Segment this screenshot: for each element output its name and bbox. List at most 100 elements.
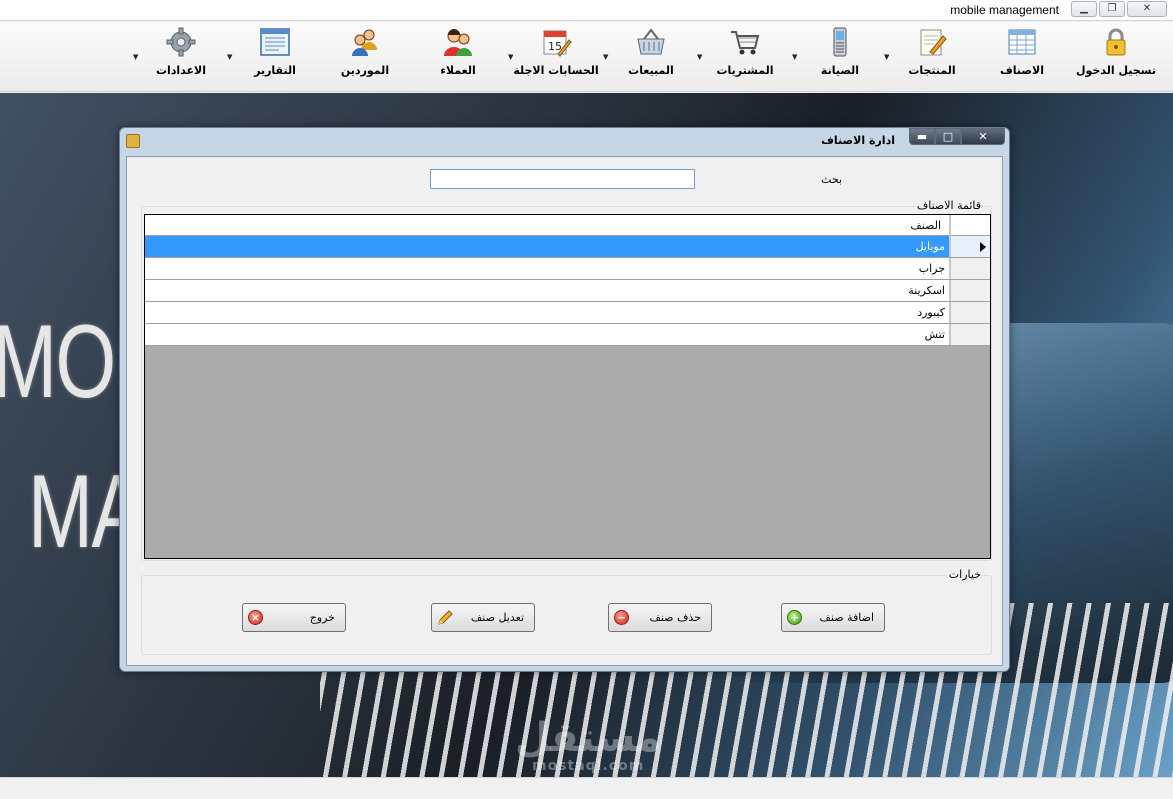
current-row-indicator-icon (980, 242, 986, 252)
menu-item-reports[interactable]: ▼ التقارير (227, 26, 319, 86)
report-icon (259, 26, 291, 58)
dialog-title: ادارة الاصناف (821, 134, 895, 147)
close-icon: ✕ (978, 130, 988, 143)
exit-button-label: خروج (309, 611, 335, 624)
row-header[interactable] (950, 258, 990, 279)
menu-item-sales-label: المبيعات (628, 64, 674, 77)
delete-category-button-label: حذف صنف (649, 611, 701, 624)
options-group-label: خيارات (946, 568, 983, 581)
chevron-down-icon: ▼ (884, 53, 890, 61)
categories-grid[interactable]: الصنف موبايل جراب اسكرينة كيبورد تتش (144, 214, 991, 559)
search-label: بحث (821, 173, 842, 186)
chevron-down-icon: ▼ (133, 53, 139, 61)
menu-item-categories-label: الاصناف (1000, 64, 1044, 77)
menu-item-purchases-label: المشتريات (716, 64, 774, 77)
maximize-icon: □ (942, 130, 954, 143)
lock-icon (1100, 26, 1132, 58)
dialog-minimize-button[interactable]: ▬ (909, 128, 935, 145)
chevron-down-icon: ▼ (508, 53, 514, 61)
menu-item-purchases[interactable]: ▼ المشتريات (697, 26, 789, 86)
menu-item-login-label: تسجيل الدخول (1075, 64, 1156, 77)
minimize-button[interactable]: ▁ (1071, 1, 1097, 17)
dialog-close-button[interactable]: ✕ (961, 128, 1005, 145)
menu-item-categories[interactable]: الاصناف (978, 26, 1066, 86)
dialog-title-bar[interactable]: ادارة الاصناف ▬ □ ✕ (120, 128, 1009, 154)
restore-button[interactable]: ❐ (1099, 1, 1125, 17)
menu-item-settings-label: الاعدادات (155, 64, 207, 77)
table-row[interactable]: موبايل (145, 236, 990, 258)
watermark-arabic: مستقل (515, 715, 662, 761)
row-header[interactable] (950, 280, 990, 301)
chevron-down-icon: ▼ (697, 53, 703, 61)
row-header[interactable] (950, 302, 990, 323)
table-row[interactable]: تتش (145, 324, 990, 346)
menu-item-maintenance-label: الصيانة (820, 64, 860, 77)
menu-item-reports-label: التقارير (254, 64, 296, 77)
main-menu-strip: تسجيل الدخول الاصناف ▼ المنتجات ▼ الصيان… (0, 22, 1173, 92)
category-cell[interactable]: كيبورد (145, 302, 950, 323)
dialog-maximize-button[interactable]: □ (935, 128, 961, 145)
menu-item-settings[interactable]: ▼ الاعدادات (133, 26, 225, 86)
suppliers-icon (349, 26, 381, 58)
dialog-body: بحث قائمة الاصناف الصنف موبايل جراب اسكر (126, 156, 1003, 666)
menu-item-maintenance[interactable]: ▼ الصيانة (792, 26, 884, 86)
edit-category-button-label: تعديل صنف (470, 611, 524, 624)
menu-item-suppliers-label: الموردين (340, 64, 390, 77)
minimize-icon: ▁ (1080, 3, 1088, 14)
status-bar (0, 777, 1173, 799)
table-row[interactable]: جراب (145, 258, 990, 280)
window-controls: ▁ ❐ ✕ (1069, 1, 1167, 17)
exit-icon: × (248, 610, 263, 625)
dialog-app-icon (126, 134, 140, 148)
grid-header: الصنف (145, 215, 990, 236)
menu-item-customers[interactable]: العملاء (414, 26, 502, 86)
categories-list-group-label: قائمة الاصناف (914, 199, 983, 212)
menu-item-deferred-accounts[interactable]: ▼ 15 الحسابات الاجلة (508, 26, 600, 86)
app-title: mobile management (950, 3, 1059, 17)
menu-item-login[interactable]: تسجيل الدخول (1072, 26, 1160, 86)
category-cell[interactable]: موبايل (145, 236, 950, 257)
chevron-down-icon: ▼ (227, 53, 233, 61)
close-button[interactable]: ✕ (1127, 1, 1167, 17)
menu-item-sales[interactable]: ▼ المبيعات (603, 26, 695, 86)
row-header[interactable] (950, 236, 990, 257)
menu-item-customers-label: العملاء (440, 64, 476, 77)
close-icon: ✕ (1142, 3, 1152, 14)
shopping-cart-icon (729, 26, 761, 58)
menu-item-suppliers[interactable]: الموردين (321, 26, 409, 86)
delete-icon: − (614, 610, 629, 625)
notepad-pencil-icon (916, 26, 948, 58)
app-title-bar: mobile management ▁ ❐ ✕ (0, 0, 1173, 21)
mobile-phone-icon (824, 26, 856, 58)
restore-icon: ❐ (1107, 3, 1117, 14)
menu-item-products[interactable]: ▼ المنتجات (884, 26, 976, 86)
table-row[interactable]: كيبورد (145, 302, 990, 324)
chevron-down-icon: ▼ (603, 53, 609, 61)
calendar-icon: 15 (540, 26, 572, 58)
menu-item-products-label: المنتجات (908, 64, 956, 77)
column-header-category[interactable]: الصنف (145, 215, 950, 236)
category-cell[interactable]: جراب (145, 258, 950, 279)
options-group: خيارات + اضافة صنف − حذف صنف تعديل صنف ×… (141, 568, 992, 655)
watermark-url: mostaql.com (531, 758, 645, 774)
table-row[interactable]: اسكرينة (145, 280, 990, 302)
category-cell[interactable]: تتش (145, 324, 950, 345)
exit-button[interactable]: × خروج (242, 603, 346, 632)
pencil-icon (437, 610, 453, 625)
categories-dialog: ادارة الاصناف ▬ □ ✕ بحث قائمة الاصناف ال… (119, 127, 1010, 672)
menu-item-deferred-accounts-label: الحسابات الاجلة (513, 64, 599, 77)
categories-list-group: قائمة الاصناف الصنف موبايل جراب اسكرينة (141, 199, 992, 561)
basket-icon (635, 26, 667, 58)
gear-icon (165, 26, 197, 58)
row-header[interactable] (950, 324, 990, 345)
grid-corner-cell[interactable] (950, 215, 990, 236)
grid-table-icon (1006, 26, 1038, 58)
customers-icon (442, 26, 474, 58)
add-category-button[interactable]: + اضافة صنف (781, 603, 885, 632)
watermark-logo: مستقل mostaql.com (515, 718, 661, 774)
delete-category-button[interactable]: − حذف صنف (608, 603, 712, 632)
category-cell[interactable]: اسكرينة (145, 280, 950, 301)
add-category-button-label: اضافة صنف (819, 611, 874, 624)
edit-category-button[interactable]: تعديل صنف (431, 603, 535, 632)
search-input[interactable] (430, 169, 695, 189)
